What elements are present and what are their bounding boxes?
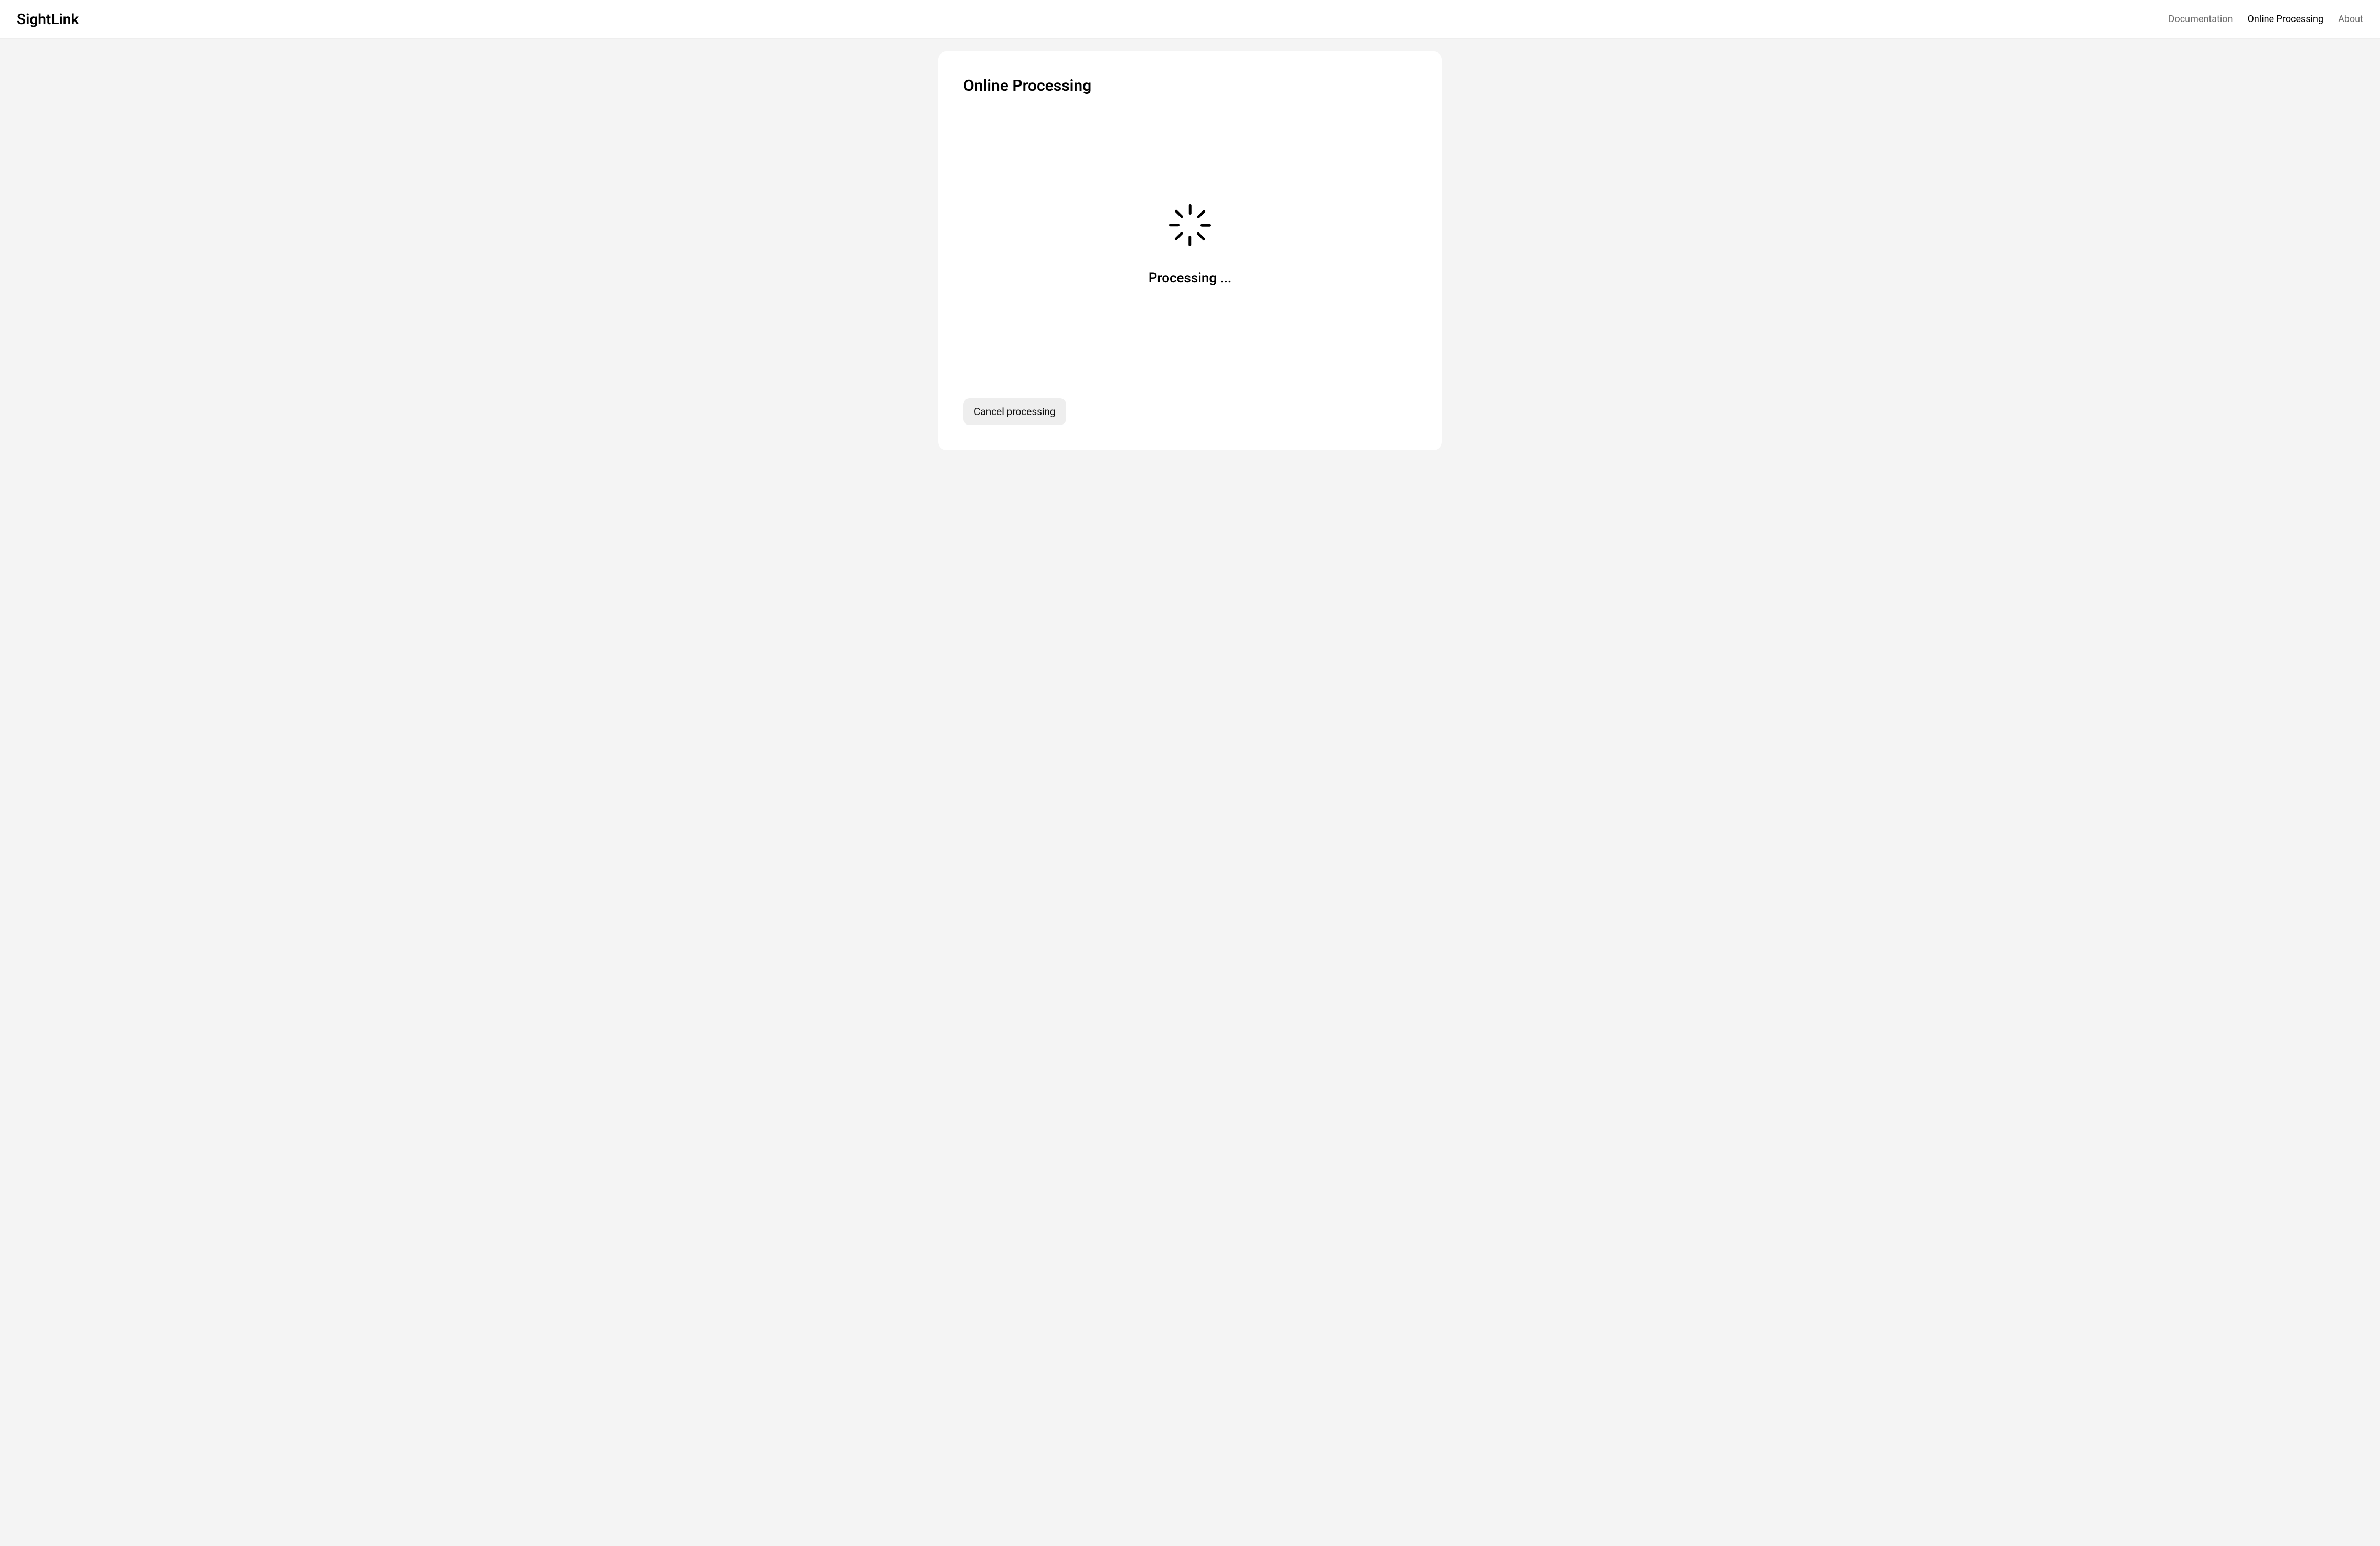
cancel-processing-button[interactable]: Cancel processing (963, 398, 1066, 425)
page-container: Online Processing Processing ... Cancel … (0, 39, 2380, 471)
status-text: Processing ... (1149, 270, 1231, 286)
app-header: SightLink Documentation Online Processin… (0, 0, 2380, 39)
card-footer: Cancel processing (963, 398, 1417, 425)
nav-documentation[interactable]: Documentation (2169, 14, 2233, 25)
nav-online-processing[interactable]: Online Processing (2248, 14, 2324, 25)
loading-spinner-icon (1167, 202, 1213, 248)
processing-card: Online Processing Processing ... Cancel … (938, 51, 1442, 450)
nav-about[interactable]: About (2338, 14, 2363, 25)
main-nav: Documentation Online Processing About (2169, 14, 2363, 25)
processing-area: Processing ... (963, 90, 1417, 398)
brand-title[interactable]: SightLink (17, 10, 79, 28)
